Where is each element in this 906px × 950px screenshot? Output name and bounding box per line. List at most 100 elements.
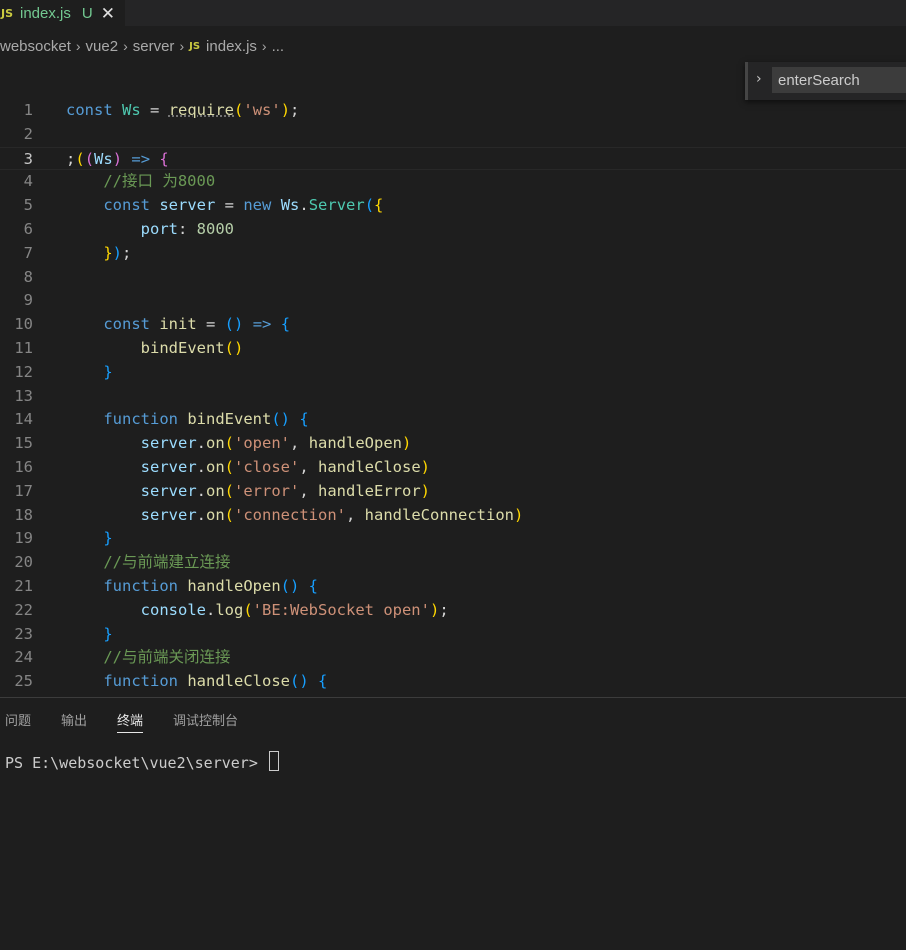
code-text: //与前端建立连接 — [103, 553, 231, 572]
code-text: server.on('close', handleClose) — [140, 457, 431, 476]
terminal[interactable]: PS E:\websocket\vue2\server> — [5, 751, 279, 772]
code-editor[interactable]: 1 const Ws = require('ws'); 2 3 ;((Ws) => … — [0, 99, 906, 696]
code-line-current: 3 ;((Ws) => { — [0, 146, 906, 171]
tab-problems[interactable]: 问题 — [5, 710, 31, 733]
code-line: 10 const init = () => { — [0, 313, 906, 337]
code-line: 13 — [0, 385, 906, 409]
breadcrumb-item-server[interactable]: server — [133, 38, 175, 55]
code-text: function handleClose() { — [103, 672, 328, 691]
chevron-right-icon[interactable]: › — [756, 71, 762, 87]
code-text: console.log('BE:WebSocket open'); — [140, 600, 449, 619]
breadcrumb-ellipsis[interactable]: ... — [272, 38, 285, 55]
code-line: 25 function handleClose() { — [0, 670, 906, 694]
line-number: 1 — [23, 101, 33, 119]
code-line: 2 — [0, 123, 906, 147]
code-text: //与前端关闭连接 — [103, 648, 231, 667]
find-widget: › — [745, 62, 906, 100]
tab-title: index.js — [20, 4, 71, 22]
code-text: } — [103, 529, 113, 548]
tab-debug-console[interactable]: 调试控制台 — [173, 710, 238, 733]
editor-tab-bar: JS index.js U ✕ — [0, 0, 906, 26]
chevron-right-icon: › — [75, 38, 81, 54]
line-number: 19 — [14, 529, 33, 548]
code-text: server.on('error', handleError) — [140, 481, 431, 500]
breadcrumb-item-websocket[interactable]: websocket — [0, 38, 71, 55]
code-line: 17 server.on('error', handleError) — [0, 480, 906, 504]
find-input[interactable] — [772, 67, 906, 93]
git-untracked-badge: U — [81, 4, 93, 22]
tab-output[interactable]: 输出 — [61, 710, 87, 733]
code-line: 1 const Ws = require('ws'); — [0, 99, 906, 123]
line-number: 9 — [23, 291, 33, 310]
chevron-right-icon: › — [123, 38, 128, 54]
code-text: port: 8000 — [140, 219, 234, 238]
line-number: 20 — [14, 553, 33, 572]
line-number: 24 — [14, 648, 33, 667]
breadcrumb-item-vue2[interactable]: vue2 — [86, 38, 119, 55]
code-text: const Ws = require('ws'); — [66, 101, 300, 119]
code-text: function handleOpen() { — [103, 576, 319, 595]
line-number: 6 — [23, 219, 33, 238]
javascript-file-icon: JS — [189, 40, 201, 52]
code-text: //接口 为8000 — [103, 172, 216, 191]
close-icon[interactable]: ✕ — [101, 5, 115, 22]
line-number: 25 — [14, 672, 33, 691]
code-line: 15 server.on('open', handleOpen) — [0, 432, 906, 456]
code-line: 20 //与前端建立连接 — [0, 551, 906, 575]
code-line: 19 } — [0, 527, 906, 551]
bottom-panel: 问题 输出 终端 调试控制台 PS E:\websocket\vue2\serv… — [0, 697, 906, 950]
code-line: 21 function handleOpen() { — [0, 575, 906, 599]
line-number: 13 — [14, 386, 33, 405]
line-number: 2 — [23, 124, 33, 143]
code-line: 16 server.on('close', handleClose) — [0, 456, 906, 480]
code-line: 23 } — [0, 623, 906, 647]
line-number: 7 — [23, 243, 33, 262]
line-number: 8 — [23, 267, 33, 286]
code-line: 22 console.log('BE:WebSocket open'); — [0, 599, 906, 623]
tab-index-js[interactable]: JS index.js U ✕ — [0, 0, 125, 26]
code-text: const init = () => { — [103, 315, 291, 334]
code-line: 9 — [0, 289, 906, 313]
code-text: function bindEvent() { — [103, 410, 309, 429]
terminal-cursor — [268, 751, 279, 771]
line-number: 21 — [14, 576, 33, 595]
line-number: 3 — [23, 149, 33, 168]
code-text: }); — [103, 243, 132, 262]
line-number: 5 — [23, 196, 33, 215]
chevron-right-icon: › — [179, 38, 185, 54]
terminal-prompt: PS E:\websocket\vue2\server> — [5, 754, 267, 772]
line-number: 14 — [14, 410, 33, 429]
line-number: 12 — [14, 362, 33, 381]
code-text: server.on('open', handleOpen) — [140, 434, 412, 453]
code-line: 12 } — [0, 361, 906, 385]
javascript-file-icon: JS — [1, 6, 14, 20]
breadcrumb-item-file[interactable]: index.js — [206, 38, 257, 55]
line-number: 4 — [23, 172, 33, 191]
panel-tabs: 问题 输出 终端 调试控制台 — [0, 710, 268, 733]
line-number: 17 — [14, 481, 33, 500]
code-text: const server = new Ws.Server({ — [103, 196, 384, 215]
line-number: 22 — [14, 600, 33, 619]
code-text: bindEvent() — [140, 338, 244, 357]
code-text: } — [103, 624, 113, 643]
line-number: 10 — [14, 315, 33, 334]
chevron-right-icon: › — [261, 38, 267, 54]
line-number: 18 — [14, 505, 33, 524]
code-line: 6 port: 8000 — [0, 218, 906, 242]
code-text: } — [103, 362, 113, 381]
breadcrumb: websocket › vue2 › server › JS index.js … — [0, 34, 906, 58]
code-line: 14 function bindEvent() { — [0, 408, 906, 432]
code-line: 7 }); — [0, 242, 906, 266]
code-line: 24 //与前端关闭连接 — [0, 646, 906, 670]
code-line: 11 bindEvent() — [0, 337, 906, 361]
line-number: 15 — [14, 434, 33, 453]
tab-terminal[interactable]: 终端 — [117, 710, 144, 733]
code-line: 18 server.on('connection', handleConnect… — [0, 504, 906, 528]
line-number: 11 — [14, 338, 33, 357]
code-text: server.on('connection', handleConnection… — [140, 505, 524, 524]
line-number: 16 — [14, 457, 33, 476]
code-text: ;((Ws) => { — [66, 149, 169, 168]
line-number: 23 — [14, 624, 33, 643]
code-line: 5 const server = new Ws.Server({ — [0, 194, 906, 218]
code-line: 4 //接口 为8000 — [0, 170, 906, 194]
